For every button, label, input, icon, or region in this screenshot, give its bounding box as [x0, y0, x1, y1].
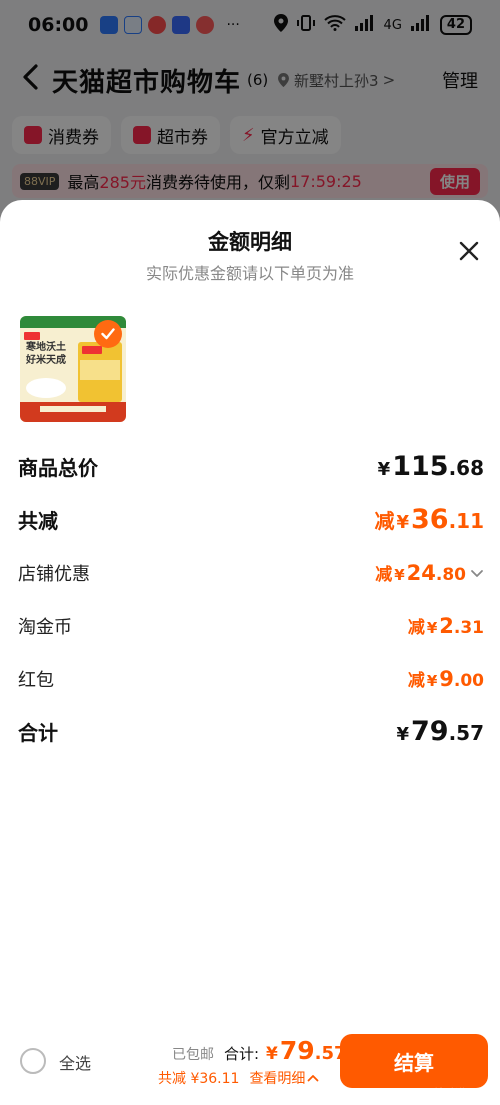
select-all-radio[interactable] — [20, 1048, 46, 1074]
currency-symbol: ¥ — [396, 724, 409, 745]
footer-total-amount: ¥ 79 .57 — [266, 1036, 347, 1065]
row-total: 合计 ¥ 79 .57 — [18, 705, 484, 758]
minus-prefix: 减 — [374, 509, 395, 533]
row-label: 共减 — [18, 509, 58, 533]
currency-symbol: ¥ — [396, 512, 409, 533]
view-detail-link[interactable]: 查看明细 — [249, 1068, 319, 1088]
sheet-title: 金额明细 — [208, 230, 292, 254]
chevron-down-icon[interactable] — [470, 566, 484, 580]
currency-symbol: ¥ — [426, 672, 438, 690]
amount-integer: 79 — [410, 716, 449, 747]
row-value: 减 ¥ 9 .00 — [408, 666, 484, 691]
minus-prefix: 减 — [407, 618, 425, 638]
checkout-footer: 全选 已包邮 合计: ¥ 79 .57 共减 ¥36.11 查看明细 结算 羊毛… — [0, 1026, 500, 1105]
currency-symbol: ¥ — [377, 459, 391, 480]
row-subtotal: 商品总价 ¥ 115 .68 — [18, 440, 484, 493]
svg-text:寒地沃土: 寒地沃土 — [25, 340, 66, 353]
amount-integer: 36 — [410, 504, 449, 535]
subtotal-amount: ¥ 115 .68 — [378, 451, 484, 482]
amount-detail-sheet: 金额明细 实际优惠金额请以下单页为准 寒地沃土 好米天成 商品总价 ¥ 115 … — [0, 200, 500, 1105]
currency-symbol: ¥ — [394, 566, 405, 584]
row-value: ¥ 79 .57 — [396, 716, 484, 747]
row-value: ¥ 115 .68 — [378, 451, 484, 482]
product-thumbnail[interactable]: 寒地沃土 好米天成 — [20, 316, 126, 422]
savings-line: 共减 ¥36.11 查看明细 — [158, 1068, 319, 1088]
total-amount: ¥ 79 .57 — [396, 716, 484, 747]
chevron-up-icon — [308, 1075, 319, 1082]
red-packet-amount: ¥ 9 .00 — [427, 667, 484, 691]
row-label: 店铺优惠 — [18, 563, 90, 585]
row-taojinbi: 淘金币 减 ¥ 2 .31 — [18, 599, 484, 652]
row-red-packet: 红包 减 ¥ 9 .00 — [18, 652, 484, 705]
store-discount-amount: ¥ 24 .80 — [394, 561, 466, 585]
amount-integer: 2 — [439, 614, 454, 638]
row-label: 红包 — [18, 669, 54, 691]
amount-decimal: .00 — [453, 671, 484, 691]
amount-decimal: .68 — [448, 456, 484, 480]
row-total-saved: 共减 减 ¥ 36 .11 — [18, 493, 484, 546]
sheet-subtitle: 实际优惠金额请以下单页为准 — [145, 264, 354, 283]
row-label: 商品总价 — [18, 456, 98, 480]
row-value: 减 ¥ 36 .11 — [374, 504, 484, 535]
view-detail-label: 查看明细 — [249, 1071, 306, 1087]
svg-text:好米天成: 好米天成 — [25, 353, 66, 366]
row-label: 淘金币 — [18, 616, 72, 638]
minus-prefix: 减 — [407, 671, 425, 691]
selected-check-icon[interactable] — [94, 320, 122, 348]
row-value: 减 ¥ 2 .31 — [408, 613, 484, 638]
amount-decimal: .57 — [448, 721, 484, 745]
coins-amount: ¥ 2 .31 — [427, 614, 484, 638]
free-shipping-label: 已包邮 — [172, 1047, 214, 1063]
footer-total-label: 合计: — [224, 1045, 260, 1063]
amount-integer: 24 — [406, 561, 436, 585]
minus-prefix: 减 — [375, 565, 393, 585]
amount-decimal: .11 — [448, 509, 484, 533]
checkout-button[interactable]: 结算 — [340, 1034, 488, 1088]
amount-decimal: .31 — [453, 618, 484, 638]
watermark: 羊毛进不爱 — [433, 1087, 488, 1100]
modal-overlay[interactable] — [0, 0, 500, 230]
amount-integer: 9 — [439, 667, 454, 691]
amount-integer: 79 — [279, 1036, 315, 1065]
row-store-discount[interactable]: 店铺优惠 减 ¥ 24 .80 — [18, 546, 484, 599]
currency-symbol: ¥ — [426, 619, 438, 637]
saved-amount: ¥ 36 .11 — [396, 504, 484, 535]
savings-text: 共减 ¥36.11 — [158, 1071, 240, 1087]
row-value: 减 ¥ 24 .80 — [375, 560, 484, 585]
currency-symbol: ¥ — [266, 1044, 278, 1064]
close-icon[interactable] — [458, 240, 480, 262]
amount-rows: 商品总价 ¥ 115 .68 共减 减 ¥ 36 .11 店铺优惠 减 ¥ 24… — [18, 440, 484, 758]
amount-decimal: .80 — [435, 565, 466, 585]
row-label: 合计 — [18, 721, 58, 745]
select-all-label[interactable]: 全选 — [59, 1050, 91, 1074]
amount-integer: 115 — [392, 451, 449, 482]
